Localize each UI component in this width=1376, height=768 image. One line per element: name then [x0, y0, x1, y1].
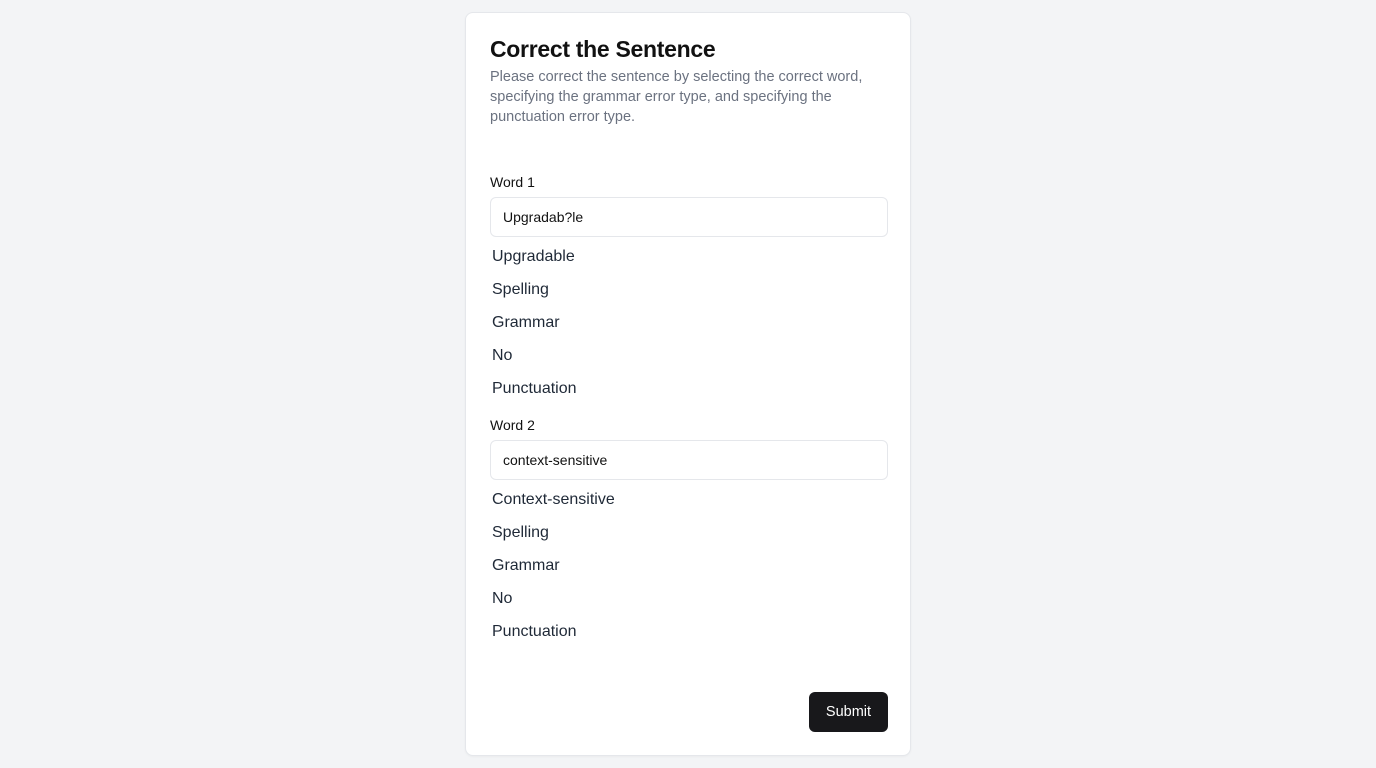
page-description: Please correct the sentence by selecting… — [490, 69, 863, 125]
word-2-option-spelling[interactable]: Spelling — [492, 523, 549, 543]
word-1-option-punctuation[interactable]: Punctuation — [492, 379, 577, 399]
word-2-option-no[interactable]: No — [492, 589, 512, 609]
word-2-option-punctuation[interactable]: Punctuation — [492, 622, 577, 642]
word-1-option-no[interactable]: No — [492, 346, 512, 366]
word-2-label: Word 2 — [490, 417, 535, 433]
form-card: Correct the Sentence Please correct the … — [465, 12, 911, 756]
word-1-option-grammar[interactable]: Grammar — [492, 313, 560, 333]
submit-button[interactable]: Submit — [809, 692, 888, 732]
word-2-input[interactable] — [490, 440, 888, 480]
page-title: Correct the Sentence — [490, 36, 716, 62]
word-1-label: Word 1 — [490, 174, 535, 190]
word-2-option-correction[interactable]: Context-sensitive — [492, 490, 615, 510]
word-1-option-correction[interactable]: Upgradable — [492, 247, 575, 267]
word-1-option-spelling[interactable]: Spelling — [492, 280, 549, 300]
word-1-input[interactable] — [490, 197, 888, 237]
word-2-option-grammar[interactable]: Grammar — [492, 556, 560, 576]
